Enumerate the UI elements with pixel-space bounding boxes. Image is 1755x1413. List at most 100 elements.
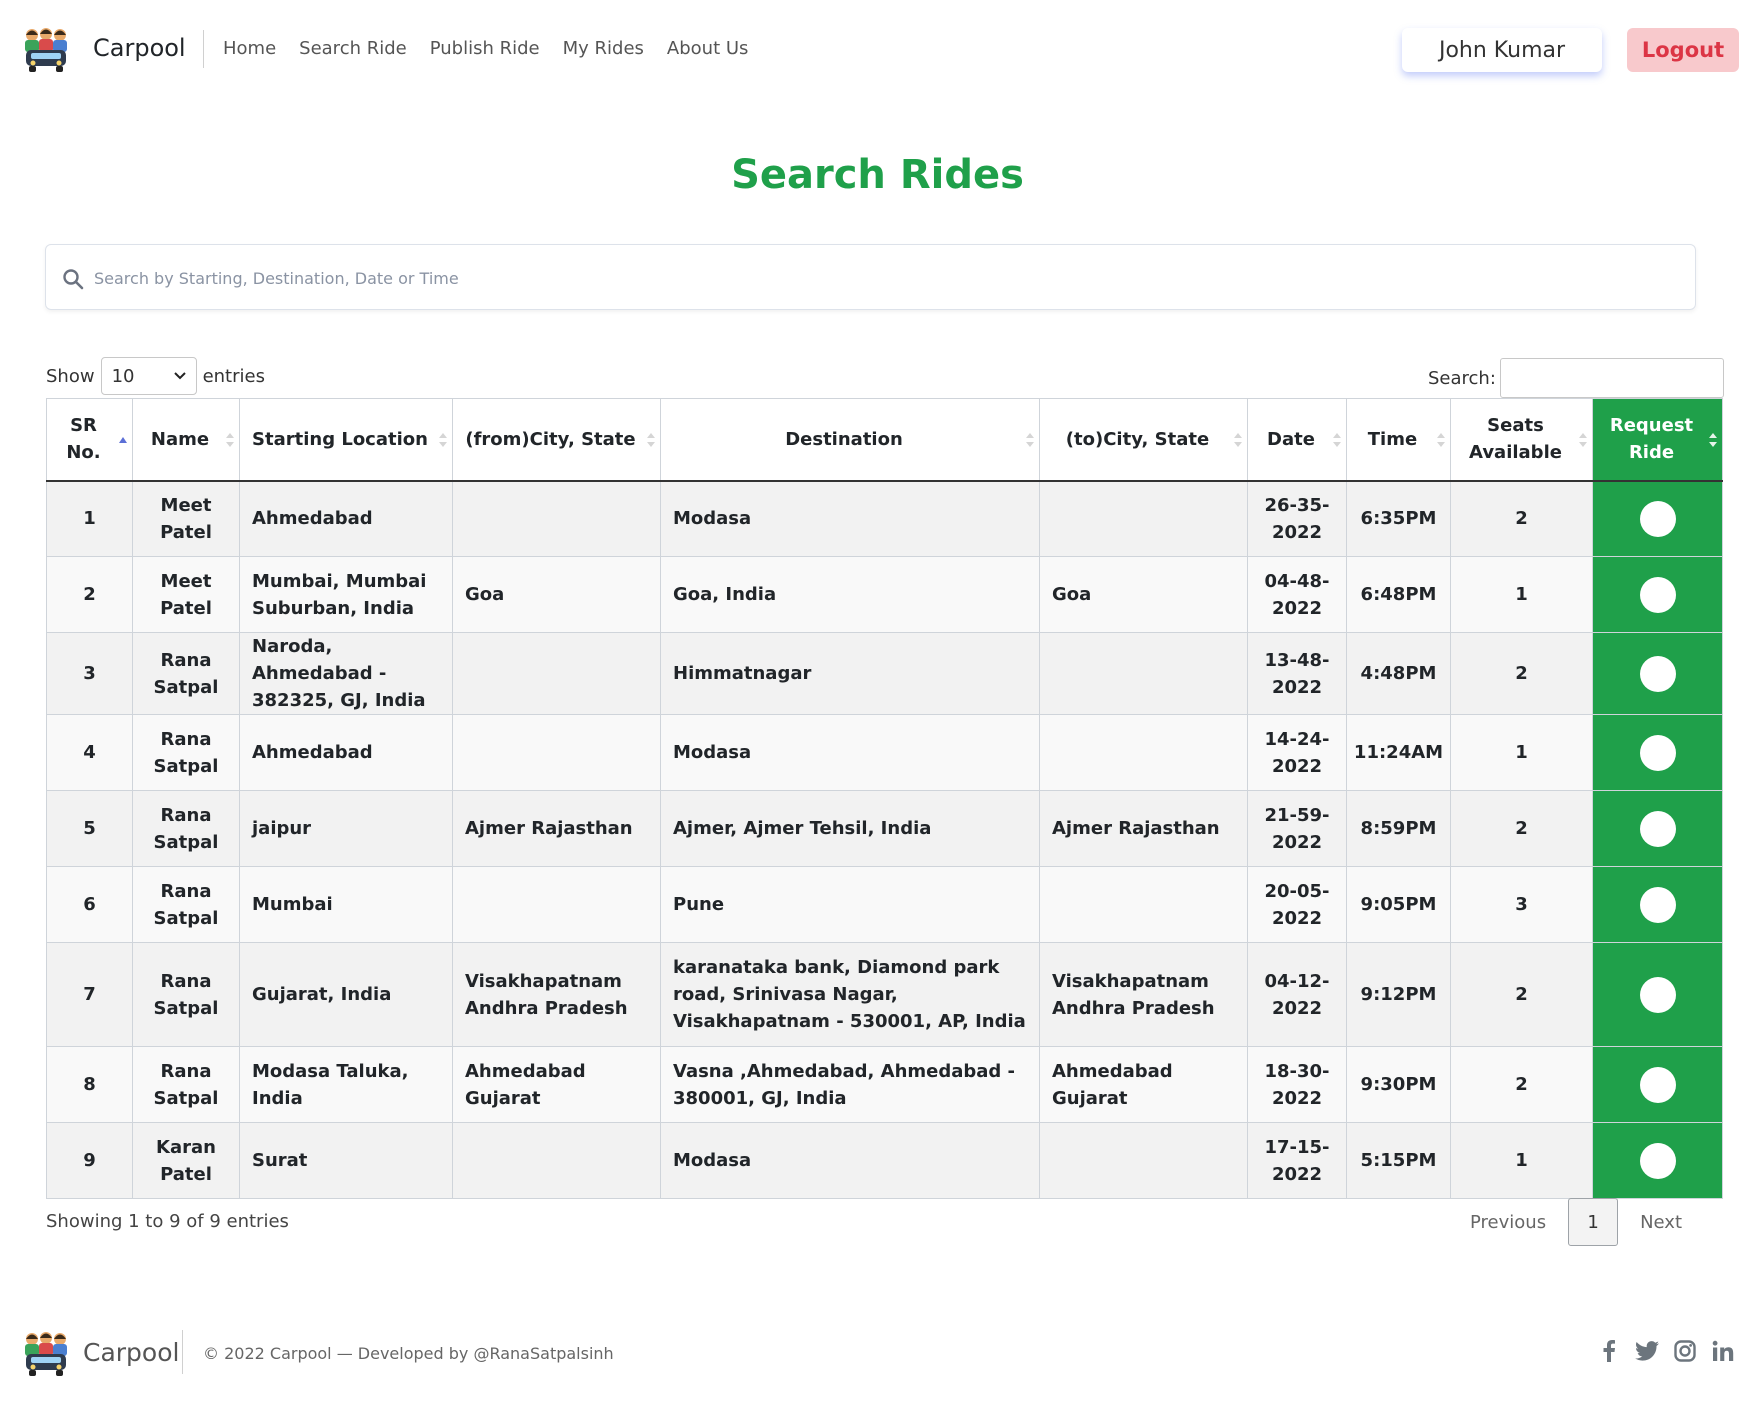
brand-name[interactable]: Carpool — [93, 34, 186, 62]
table-row: 7 Rana Satpal Gujarat, India Visakhapatn… — [46, 942, 1723, 1047]
cell-name: Rana Satpal — [132, 714, 240, 791]
request-ride-radio[interactable] — [1639, 1142, 1676, 1179]
cell-request-ride — [1592, 790, 1723, 867]
cell-time: 6:35PM — [1346, 480, 1451, 557]
cell-starting-location: Ahmedabad — [239, 480, 453, 557]
pagination-next[interactable]: Next — [1640, 1212, 1682, 1233]
cell-from-city: Ahmedabad Gujarat — [452, 1046, 661, 1123]
cell-date: 17-15-2022 — [1247, 1122, 1347, 1199]
cell-time: 9:12PM — [1346, 942, 1451, 1047]
logout-button[interactable]: Logout — [1627, 28, 1739, 72]
cell-time: 5:15PM — [1346, 1122, 1451, 1199]
nav-link-my-rides[interactable]: My Rides — [563, 38, 644, 59]
table-row: 1 Meet Patel Ahmedabad Modasa 26-35-2022… — [46, 480, 1723, 557]
twitter-icon[interactable] — [1634, 1338, 1660, 1364]
cell-seats: 2 — [1450, 1046, 1593, 1123]
header-label: SR No. — [66, 415, 101, 464]
cell-date: 20-05-2022 — [1247, 866, 1347, 943]
cell-request-ride — [1592, 480, 1723, 557]
cell-name: Rana Satpal — [132, 632, 240, 715]
sort-icon — [439, 433, 447, 447]
cell-time: 11:24AM — [1346, 714, 1451, 791]
cell-destination: karanataka bank, Diamond park road, Srin… — [660, 942, 1040, 1047]
search-icon — [63, 269, 84, 290]
cell-seats: 1 — [1450, 556, 1593, 633]
pagination: Previous 1 Next — [1470, 1198, 1682, 1246]
column-header-to-city[interactable]: (to)City, State — [1039, 398, 1248, 482]
column-header-date[interactable]: Date — [1247, 398, 1347, 482]
entries-select[interactable]: 10 — [100, 357, 197, 395]
column-header-request-ride[interactable]: Request Ride — [1592, 398, 1723, 482]
show-label: Show — [46, 365, 95, 387]
column-header-from-city[interactable]: (from)City, State — [452, 398, 661, 482]
pagination-page-1[interactable]: 1 — [1568, 1198, 1619, 1246]
column-header-sr-no[interactable]: SR No. — [46, 398, 133, 482]
table-info: Showing 1 to 9 of 9 entries — [46, 1211, 289, 1232]
request-ride-radio[interactable] — [1639, 1066, 1676, 1103]
nav-divider — [203, 30, 204, 68]
request-ride-radio[interactable] — [1639, 976, 1676, 1013]
top-navbar: Carpool Home Search Ride Publish Ride My… — [0, 0, 1755, 100]
sort-icon — [647, 433, 655, 447]
table-filter-input[interactable] — [1499, 358, 1724, 398]
cell-date: 13-48-2022 — [1247, 632, 1347, 715]
footer-copyright: © 2022 Carpool — Developed by @RanaSatpa… — [203, 1344, 614, 1363]
request-ride-radio[interactable] — [1639, 810, 1676, 847]
cell-name: Rana Satpal — [132, 866, 240, 943]
cell-sr-no: 8 — [46, 1046, 133, 1123]
filter-label: Search: — [1428, 367, 1496, 389]
nav-link-publish-ride[interactable]: Publish Ride — [430, 38, 540, 59]
cell-starting-location: jaipur — [239, 790, 453, 867]
cell-destination: Ajmer, Ajmer Tehsil, India — [660, 790, 1040, 867]
cell-name: Meet Patel — [132, 556, 240, 633]
nav-link-about-us[interactable]: About Us — [667, 38, 749, 59]
carpool-logo-icon[interactable] — [22, 1330, 70, 1378]
footer-brand[interactable]: Carpool — [83, 1338, 179, 1367]
linkedin-icon[interactable] — [1710, 1338, 1736, 1364]
cell-date: 04-12-2022 — [1247, 942, 1347, 1047]
cell-date: 14-24-2022 — [1247, 714, 1347, 791]
header-label: Request Ride — [1609, 415, 1694, 464]
column-header-starting-location[interactable]: Starting Location — [239, 398, 453, 482]
cell-starting-location: Mumbai, Mumbai Suburban, India — [239, 556, 453, 633]
user-profile-button[interactable]: John Kumar — [1402, 28, 1602, 72]
cell-from-city — [452, 714, 661, 791]
cell-to-city — [1039, 1122, 1248, 1199]
cell-to-city — [1039, 866, 1248, 943]
cell-seats: 2 — [1450, 632, 1593, 715]
request-ride-radio[interactable] — [1639, 734, 1676, 771]
cell-from-city — [452, 1122, 661, 1199]
request-ride-radio[interactable] — [1639, 500, 1676, 537]
column-header-name[interactable]: Name — [132, 398, 240, 482]
cell-sr-no: 2 — [46, 556, 133, 633]
cell-from-city — [452, 866, 661, 943]
facebook-icon[interactable] — [1596, 1338, 1622, 1364]
entries-length-control: Show 10 entries — [46, 357, 265, 395]
cell-destination: Modasa — [660, 480, 1040, 557]
request-ride-radio[interactable] — [1639, 655, 1676, 692]
nav-link-search-ride[interactable]: Search Ride — [299, 38, 407, 59]
pagination-previous[interactable]: Previous — [1470, 1212, 1546, 1233]
request-ride-radio[interactable] — [1639, 886, 1676, 923]
column-header-destination[interactable]: Destination — [660, 398, 1040, 482]
sort-icon — [1709, 433, 1717, 447]
cell-to-city: Goa — [1039, 556, 1248, 633]
carpool-logo-icon[interactable] — [22, 26, 70, 74]
ride-search-box — [45, 244, 1696, 310]
cell-starting-location: Mumbai — [239, 866, 453, 943]
cell-request-ride — [1592, 866, 1723, 943]
ride-search-input[interactable] — [92, 257, 1676, 299]
instagram-icon[interactable] — [1672, 1338, 1698, 1364]
nav-link-home[interactable]: Home — [223, 38, 276, 59]
sort-icon — [226, 433, 234, 447]
column-header-seats-available[interactable]: Seats Available — [1450, 398, 1593, 482]
cell-time: 9:30PM — [1346, 1046, 1451, 1123]
request-ride-radio[interactable] — [1639, 576, 1676, 613]
footer-divider — [182, 1330, 183, 1374]
cell-from-city: Goa — [452, 556, 661, 633]
cell-time: 4:48PM — [1346, 632, 1451, 715]
cell-request-ride — [1592, 632, 1723, 715]
cell-sr-no: 7 — [46, 942, 133, 1047]
cell-to-city — [1039, 714, 1248, 791]
column-header-time[interactable]: Time — [1346, 398, 1451, 482]
